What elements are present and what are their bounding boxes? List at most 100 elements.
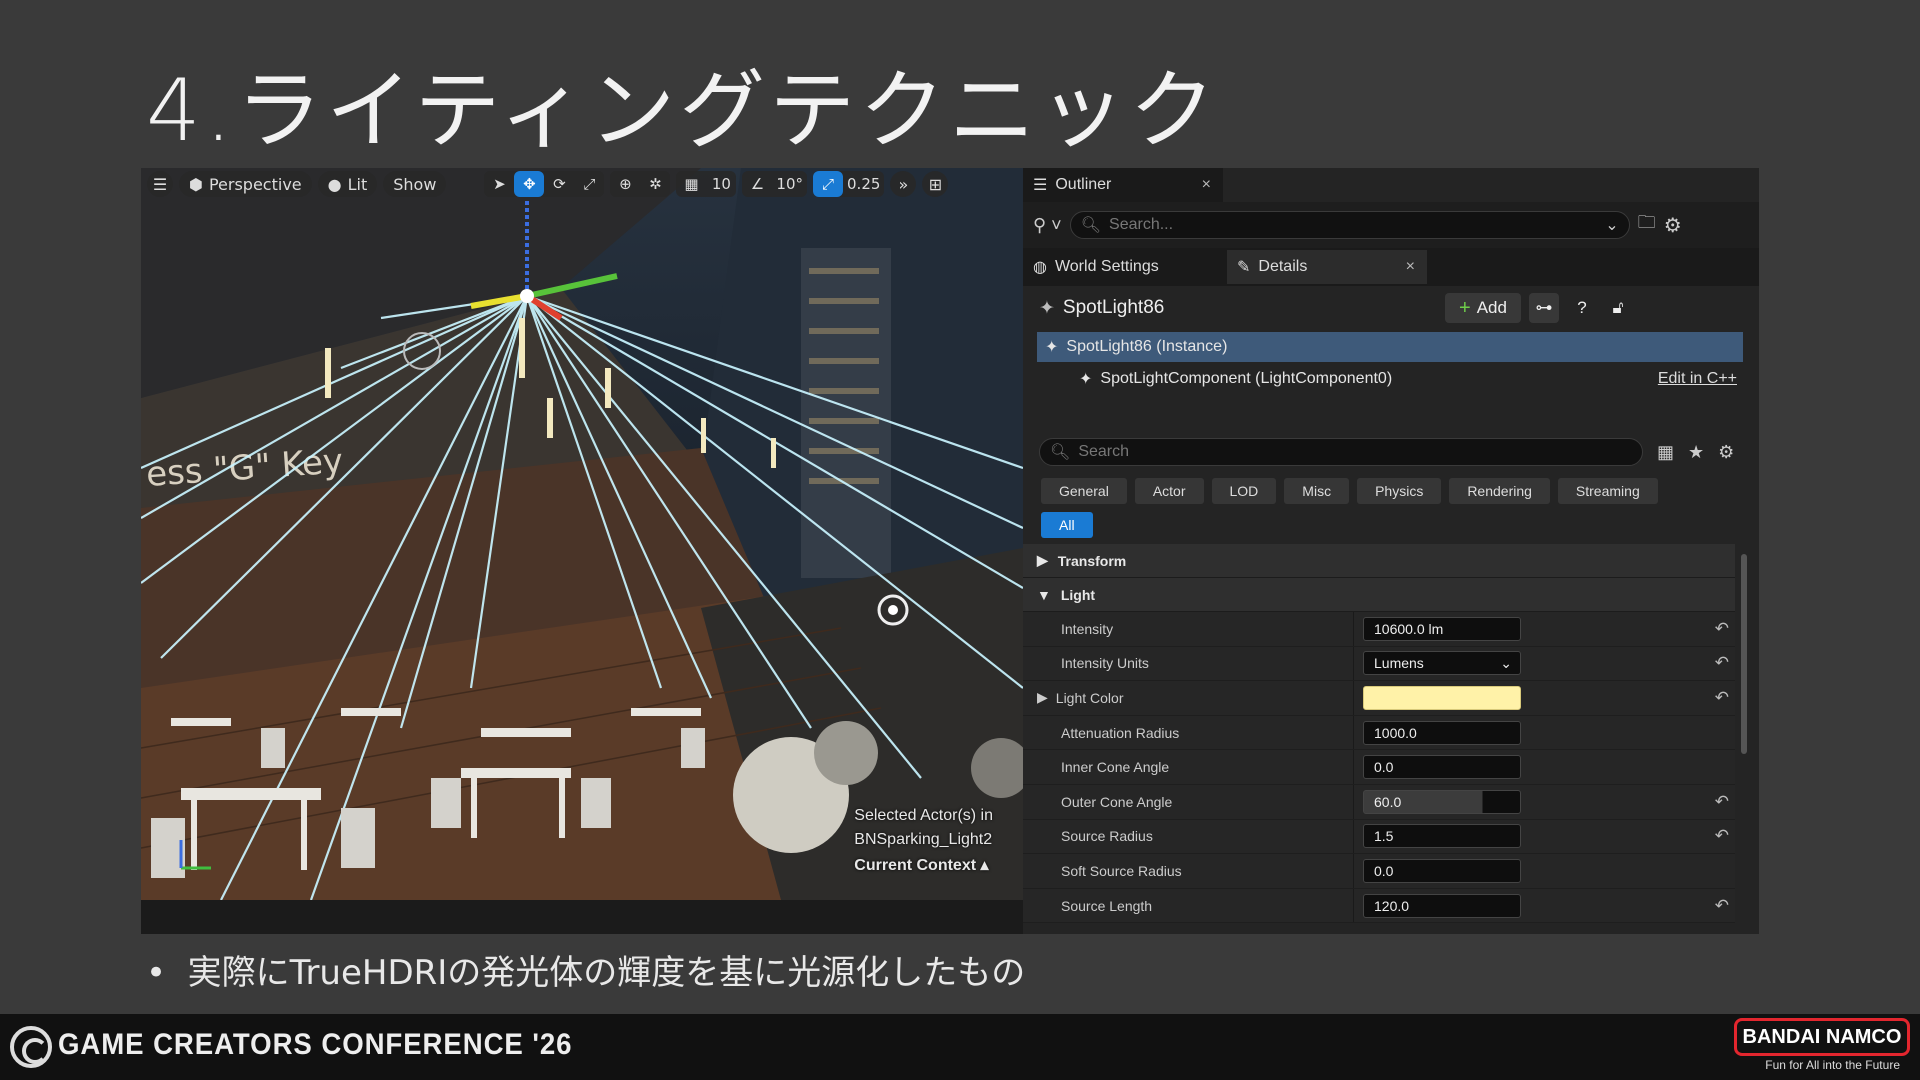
lock-icon: 🔓︎ xyxy=(1612,298,1624,317)
reset-icon[interactable]: ↶ xyxy=(1715,896,1729,916)
property-row: Soft Source Radius 0.0 xyxy=(1023,854,1735,889)
tab-world-settings[interactable]: ◍ World Settings xyxy=(1023,250,1223,284)
attenuation-radius-input[interactable]: 1000.0 xyxy=(1363,720,1521,745)
hierarchy-icon: ⊶ xyxy=(1535,298,1553,317)
bullet-text: 実際にTrueHDRIの発光体の輝度を基に光源化したもの xyxy=(187,953,1026,993)
property-label: Source Radius xyxy=(1061,828,1153,845)
close-icon[interactable]: × xyxy=(1406,258,1415,276)
category-all[interactable]: All xyxy=(1041,512,1093,538)
scale-tool-icon[interactable]: ⤢ xyxy=(574,171,604,197)
component-spotlight[interactable]: ✦ SpotLightComponent (LightComponent0) E… xyxy=(1037,364,1743,394)
reset-icon[interactable]: ↶ xyxy=(1715,619,1729,639)
search-icon: 🔍︎ xyxy=(1050,444,1071,461)
light-color-swatch[interactable] xyxy=(1363,685,1521,710)
component-instance[interactable]: ✦ SpotLight86 (Instance) xyxy=(1037,332,1743,362)
section-light[interactable]: ▼ Light xyxy=(1023,578,1735,612)
reset-icon[interactable]: ↶ xyxy=(1715,653,1729,673)
category-streaming[interactable]: Streaming xyxy=(1557,478,1658,504)
edit-in-cpp-link[interactable]: Edit in C++ xyxy=(1658,370,1737,388)
layout-button[interactable]: ⊞ xyxy=(922,171,949,197)
selection-overlay: Selected Actor(s) in BNSparking_Light2 C… xyxy=(854,804,993,878)
scene-render: ess "G" Key xyxy=(141,168,1023,900)
property-label: Outer Cone Angle xyxy=(1061,793,1173,810)
intensity-input[interactable]: 10600.0 lm xyxy=(1363,616,1521,641)
current-context-button[interactable]: Current Context ▴ xyxy=(854,854,993,878)
details-scrollbar[interactable] xyxy=(1741,554,1747,754)
blueprint-button[interactable]: ⊶ xyxy=(1529,293,1559,323)
filter-icon[interactable]: ⚲ ˅ xyxy=(1033,215,1062,236)
rotate-tool-icon[interactable]: ⟳ xyxy=(544,171,574,197)
chevron-double-right-icon: » xyxy=(898,174,909,194)
chevron-down-icon[interactable]: ⌄ xyxy=(1605,215,1618,235)
reset-icon[interactable]: ↶ xyxy=(1715,826,1729,846)
tab-outliner[interactable]: ☰ Outliner × xyxy=(1023,168,1223,202)
details-tab-strip: ◍ World Settings ✎ Details × xyxy=(1023,248,1759,286)
rotation-snap-value: 10° xyxy=(776,175,804,193)
show-label: Show xyxy=(393,174,437,194)
surface-snap-icon[interactable]: ✲ xyxy=(640,171,670,197)
reset-icon[interactable]: ↶ xyxy=(1715,792,1729,812)
property-label: ▶ Light Color xyxy=(1023,689,1353,706)
add-label: Add xyxy=(1476,298,1507,317)
star-icon[interactable]: ★ xyxy=(1688,442,1704,463)
soft-source-radius-input[interactable]: 0.0 xyxy=(1363,858,1521,883)
new-folder-icon[interactable]: 🗀︎ xyxy=(1638,210,1656,240)
category-lod[interactable]: LOD xyxy=(1211,478,1277,504)
outliner-search-input[interactable]: 🔍︎ Search... ⌄ xyxy=(1069,211,1630,239)
editor-screenshot: ess "G" Key ☰ ⬢ Perspective ● Lit Show ➤… xyxy=(141,168,1759,934)
cube-icon: ⬢ xyxy=(189,174,203,194)
category-general[interactable]: General xyxy=(1041,478,1127,504)
lock-button[interactable]: 🔓︎ xyxy=(1603,293,1633,323)
chevron-right-icon[interactable]: ▶ xyxy=(1037,689,1048,706)
category-filters: General Actor LOD Misc Physics Rendering… xyxy=(1041,478,1658,504)
chevron-up-icon: ▴ xyxy=(980,857,989,874)
property-row: Inner Cone Angle 0.0 xyxy=(1023,750,1735,785)
gear-icon[interactable]: ⚙ xyxy=(1664,213,1682,238)
company-tagline: Fun for All into the Future xyxy=(1765,1058,1900,1072)
category-actor[interactable]: Actor xyxy=(1134,478,1204,504)
rotation-snap-control[interactable]: ∠ 10° xyxy=(742,171,808,197)
bullet-point: • 実際にTrueHDRIの発光体の輝度を基に光源化したもの xyxy=(146,953,1026,993)
globe-icon: ◍ xyxy=(1033,259,1047,276)
viewport-toolbar: ☰ ⬢ Perspective ● Lit Show ➤ ✥ ⟳ ⤢ ⊕ ✲ ▦ 1… xyxy=(141,168,1023,200)
slide-title: 4.ライティングテクニック xyxy=(146,61,1220,161)
gear-icon[interactable]: ⚙ xyxy=(1718,442,1734,463)
category-misc[interactable]: Misc xyxy=(1284,478,1350,504)
details-search-input[interactable]: 🔍︎ Search xyxy=(1039,438,1643,466)
view-mode-button[interactable]: ● Lit xyxy=(317,171,378,197)
pencil-icon: ✎ xyxy=(1237,259,1251,276)
help-button[interactable]: ? xyxy=(1567,293,1597,323)
viewport-bottom-bar xyxy=(141,900,1023,934)
select-tool-icon[interactable]: ➤ xyxy=(484,171,514,197)
add-component-button[interactable]: + Add xyxy=(1445,293,1521,323)
level-viewport[interactable]: ess "G" Key ☰ ⬢ Perspective ● Lit Show ➤… xyxy=(141,168,1023,900)
scale-snap-control[interactable]: ⤢ 0.25 xyxy=(813,171,885,197)
viewport-menu-button[interactable]: ☰ xyxy=(147,171,173,197)
category-rendering[interactable]: Rendering xyxy=(1449,478,1550,504)
outer-cone-angle-slider[interactable]: 60.0 xyxy=(1363,789,1521,814)
list-icon: ☰ xyxy=(1033,177,1048,194)
move-tool-icon[interactable]: ✥ xyxy=(514,171,545,197)
property-label: Intensity xyxy=(1061,620,1114,637)
actor-name: SpotLight86 xyxy=(1062,297,1165,318)
world-space-icon[interactable]: ⊕ xyxy=(610,171,640,197)
transform-tools: ➤ ✥ ⟳ ⤢ xyxy=(484,171,605,197)
tab-details[interactable]: ✎ Details × xyxy=(1227,250,1427,284)
section-transform[interactable]: ▶ Transform xyxy=(1023,544,1735,578)
intensity-units-dropdown[interactable]: Lumens ⌄ xyxy=(1363,651,1521,676)
conference-logo-icon xyxy=(10,1026,52,1068)
reset-icon[interactable]: ↶ xyxy=(1715,688,1729,708)
source-radius-input[interactable]: 1.5 xyxy=(1363,824,1521,849)
outliner-tab-label: Outliner xyxy=(1055,176,1112,193)
light-color-label: Light Color xyxy=(1055,689,1124,706)
show-button[interactable]: Show xyxy=(383,171,447,197)
more-options-button[interactable]: » xyxy=(890,171,917,197)
perspective-button[interactable]: ⬢ Perspective xyxy=(179,171,312,197)
category-physics[interactable]: Physics xyxy=(1357,478,1442,504)
table-icon[interactable]: ▦ xyxy=(1657,442,1674,463)
grid-snap-control[interactable]: ▦ 10 xyxy=(676,171,737,197)
source-length-input[interactable]: 120.0 xyxy=(1363,893,1521,918)
editor-side-panel: ☰ Outliner × ⚲ ˅ 🔍︎ Search... ⌄ 🗀︎ ⚙ ◍ W… xyxy=(1023,168,1759,934)
inner-cone-angle-input[interactable]: 0.0 xyxy=(1363,755,1521,780)
close-icon[interactable]: × xyxy=(1202,176,1211,194)
